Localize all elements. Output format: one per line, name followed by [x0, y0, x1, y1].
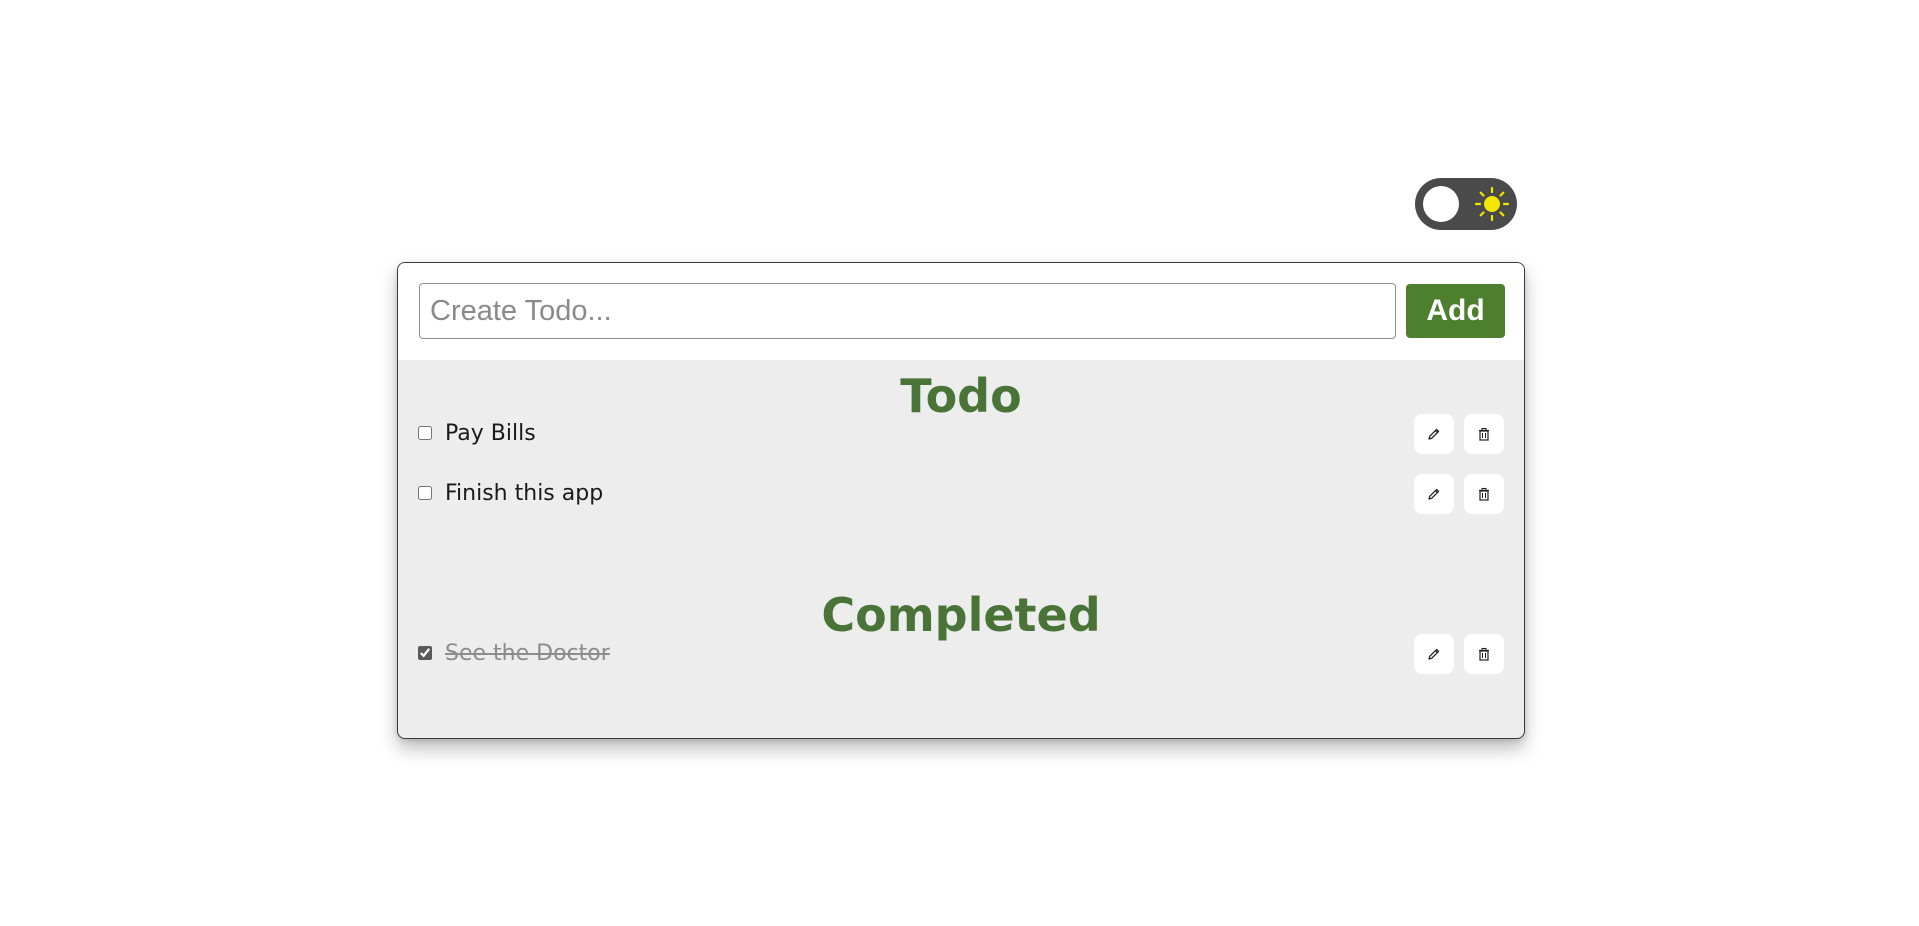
completed-item-text: See the Doctor — [445, 641, 610, 666]
theme-toggle[interactable] — [1415, 178, 1517, 230]
add-button[interactable]: Add — [1406, 284, 1505, 338]
pencil-icon — [1428, 648, 1440, 660]
todo-item: Finish this app — [398, 473, 1524, 515]
delete-button[interactable] — [1464, 414, 1504, 454]
todo-item-text: Finish this app — [445, 481, 604, 506]
completed-item: See the Doctor — [398, 633, 1524, 675]
todo-card: Add Todo Pay Bills — [397, 262, 1525, 739]
pencil-icon — [1428, 428, 1440, 440]
todo-item-text: Pay Bills — [445, 421, 536, 446]
todo-item-checkbox[interactable] — [418, 426, 432, 440]
trash-icon — [1479, 647, 1489, 661]
completed-item-checkbox[interactable] — [418, 646, 432, 660]
edit-button[interactable] — [1414, 474, 1454, 514]
delete-button[interactable] — [1464, 474, 1504, 514]
input-bar: Add — [398, 263, 1524, 360]
edit-button[interactable] — [1414, 634, 1454, 674]
delete-button[interactable] — [1464, 634, 1504, 674]
create-todo-input[interactable] — [419, 283, 1396, 339]
trash-icon — [1479, 487, 1489, 501]
sun-icon — [1474, 186, 1510, 222]
page: Add Todo Pay Bills — [0, 0, 1919, 926]
edit-button[interactable] — [1414, 414, 1454, 454]
toggle-knob[interactable] — [1423, 186, 1459, 222]
pencil-icon — [1428, 488, 1440, 500]
todo-item-checkbox[interactable] — [418, 486, 432, 500]
trash-icon — [1479, 427, 1489, 441]
todo-item: Pay Bills — [398, 413, 1524, 455]
